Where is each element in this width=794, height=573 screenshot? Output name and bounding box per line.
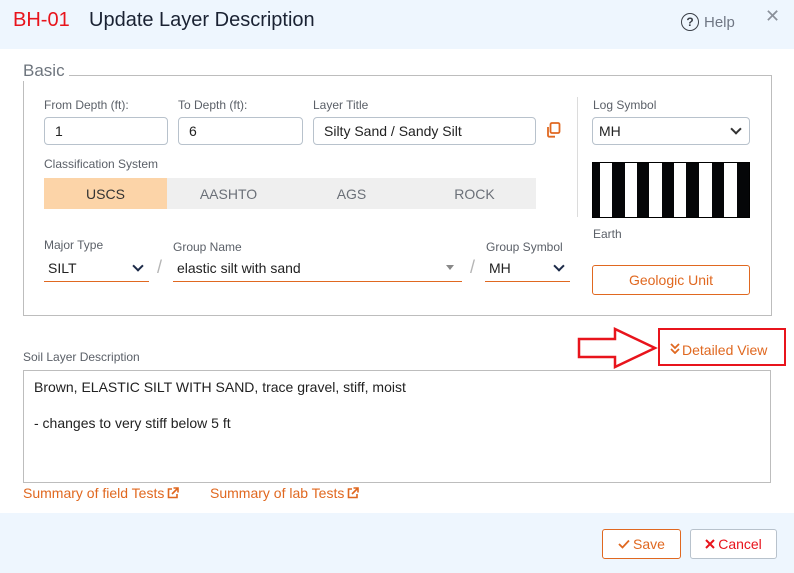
pattern-stripe (661, 163, 675, 217)
vertical-divider (577, 97, 578, 217)
dialog-title: Update Layer Description (89, 9, 315, 31)
group-symbol-select[interactable]: MH (485, 254, 570, 282)
x-icon (705, 539, 715, 549)
tab-uscs[interactable]: USCS (44, 178, 167, 209)
tab-aashto[interactable]: AASHTO (167, 178, 290, 209)
pattern-stripe (600, 163, 613, 217)
help-button[interactable]: ? Help (681, 13, 735, 31)
question-circle-icon: ? (681, 13, 699, 31)
classification-label: Classification System (44, 157, 159, 171)
log-symbol-pattern (592, 162, 750, 218)
from-depth-input[interactable] (44, 117, 168, 145)
external-link-icon (168, 487, 180, 499)
close-icon[interactable]: ✕ (765, 6, 780, 27)
from-depth-label: From Depth (ft): (44, 98, 129, 112)
pattern-stripe (736, 163, 750, 217)
classification-segmented-control: USCS AASHTO AGS ROCK (44, 178, 536, 209)
save-label: Save (633, 536, 665, 552)
check-icon (618, 539, 630, 549)
group-name-select[interactable]: elastic silt with sand (173, 254, 462, 282)
pattern-caption: Earth (593, 227, 622, 241)
to-depth-input[interactable] (178, 117, 303, 145)
help-label: Help (704, 13, 735, 31)
update-layer-dialog: BH-01 Update Layer Description ? Help ✕ … (0, 0, 794, 573)
chevron-down-icon (730, 123, 742, 135)
log-symbol-label: Log Symbol (593, 98, 657, 112)
save-button[interactable]: Save (602, 529, 681, 559)
external-link-icon (348, 487, 360, 499)
major-type-label: Major Type (44, 238, 104, 252)
cancel-label: Cancel (718, 536, 762, 552)
geologic-unit-button[interactable]: Geologic Unit (592, 265, 750, 295)
pattern-stripe (724, 163, 737, 217)
group-name-value: elastic silt with sand (177, 259, 301, 276)
pattern-stripe (674, 163, 687, 217)
borehole-id: BH-01 (13, 9, 70, 31)
basic-legend: Basic (23, 61, 69, 81)
pattern-stripe (712, 163, 725, 217)
caret-down-icon (446, 265, 454, 270)
field-tests-label: Summary of field Tests (23, 485, 165, 501)
separator: / (470, 257, 476, 277)
pattern-stripe (593, 163, 601, 217)
detailed-view-label: Detailed View (682, 342, 768, 358)
pattern-stripe (698, 163, 713, 217)
pattern-stripe (612, 163, 625, 217)
major-type-value: SILT (48, 259, 77, 276)
tab-ags[interactable]: AGS (290, 178, 413, 209)
layer-title-input[interactable] (313, 117, 536, 145)
log-symbol-select[interactable]: MH (592, 117, 750, 145)
group-symbol-value: MH (489, 259, 511, 276)
chevron-down-icon (132, 259, 144, 272)
double-chevron-down-icon (670, 343, 680, 357)
copy-icon[interactable] (545, 122, 561, 138)
pattern-stripe (624, 163, 638, 217)
pattern-stripe (686, 163, 699, 217)
lab-tests-link[interactable]: Summary of lab Tests (210, 485, 360, 501)
to-depth-label: To Depth (ft): (178, 98, 248, 112)
lab-tests-label: Summary of lab Tests (210, 485, 345, 501)
dialog-header: BH-01 Update Layer Description ? Help ✕ (0, 0, 794, 49)
major-type-select[interactable]: SILT (44, 254, 149, 282)
soil-description-textarea[interactable] (23, 370, 771, 483)
cancel-button[interactable]: Cancel (690, 529, 777, 559)
pattern-stripe (649, 163, 662, 217)
field-tests-link[interactable]: Summary of field Tests (23, 485, 180, 501)
group-name-label: Group Name (173, 240, 242, 254)
annotation-arrow (577, 327, 658, 369)
separator: / (157, 257, 163, 277)
detailed-view-link[interactable]: Detailed View (670, 342, 767, 358)
group-symbol-label: Group Symbol (486, 240, 563, 254)
chevron-down-icon (553, 259, 565, 272)
description-label: Soil Layer Description (23, 350, 140, 364)
log-symbol-value: MH (599, 123, 621, 139)
pattern-stripe (637, 163, 650, 217)
layer-title-label: Layer Title (313, 98, 369, 112)
tab-rock[interactable]: ROCK (413, 178, 536, 209)
